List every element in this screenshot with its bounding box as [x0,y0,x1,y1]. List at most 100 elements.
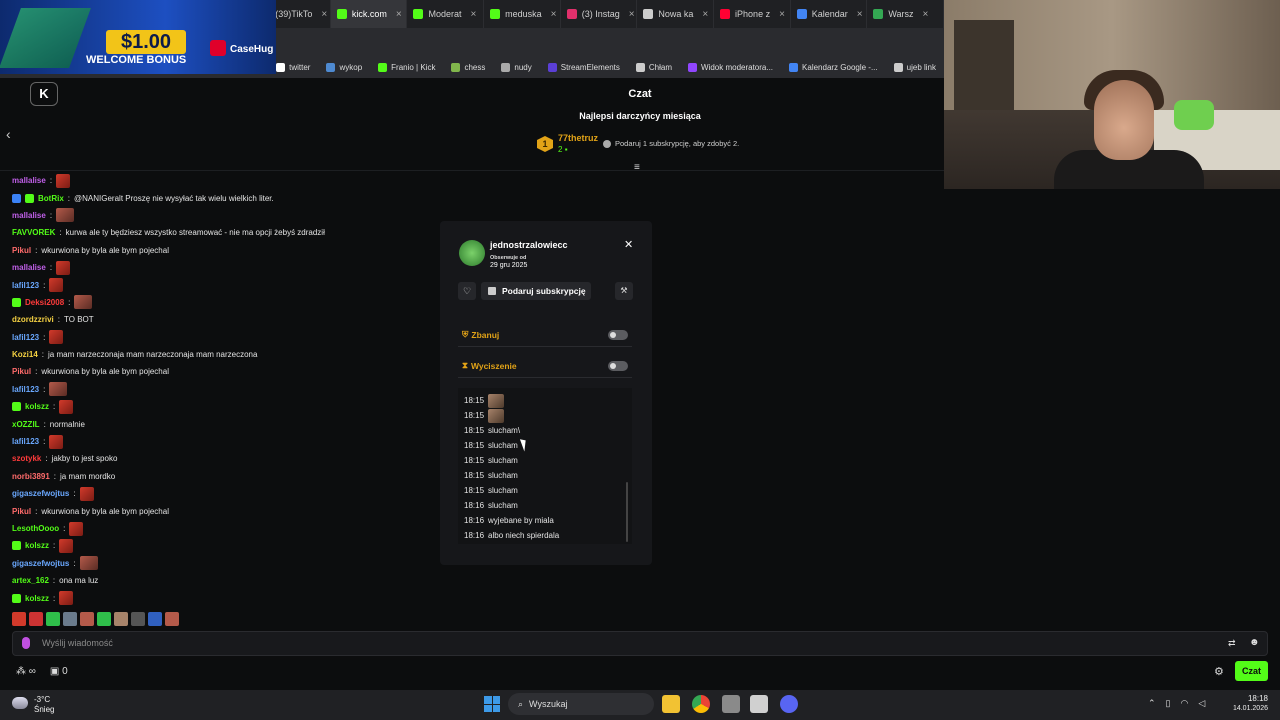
clock-date[interactable]: 14.01.2026 [1222,705,1268,712]
tab-7[interactable]: (3) Instag × [561,0,638,28]
collapse-icon[interactable]: ≡ [634,162,640,173]
file-explorer-icon[interactable] [662,695,680,713]
chat-message[interactable]: lafil123: [12,276,432,293]
emote-icon[interactable] [49,278,64,293]
app-icon-2[interactable] [750,695,768,713]
chat-message[interactable]: lafil123: [12,433,432,450]
mod-action-icon[interactable]: ⚒ [615,282,633,300]
chat-username[interactable]: Pikul [12,367,31,376]
chat-message[interactable]: kolszz: [12,537,432,554]
bookmark-2[interactable]: Franio | Kick [370,62,443,72]
heart-icon[interactable]: ♡ [458,282,476,300]
chat-message[interactable]: xOZZIL: normalnie [12,415,432,432]
emote-icon[interactable] [29,612,43,626]
ad-banner[interactable]: $1.00 WELCOME BONUS CaseHug [0,0,276,74]
chat-username[interactable]: Kozi14 [12,350,38,359]
chat-message[interactable]: dzordzzrivi: TO BOT [12,311,432,328]
chat-username[interactable]: kolszz [25,541,49,550]
tab-9[interactable]: iPhone z × [714,0,791,28]
gift-note[interactable]: Podaruj 1 subskrypcję, aby zdobyć 2. [603,139,739,148]
chat-username[interactable]: gigaszefwojtus [12,489,69,498]
chat-username[interactable]: lafil123 [12,437,39,446]
translate-icon[interactable]: ⇄ [1228,638,1236,649]
tab-8[interactable]: Nowa ka × [637,0,715,28]
emote-icon[interactable] [59,399,74,414]
chat-message[interactable]: kolszz: [12,398,432,415]
close-tab-icon[interactable]: × [551,9,557,20]
bookmark-5[interactable]: StreamElements [540,62,628,72]
chat-message[interactable]: Pikul: wkurwiona by byla ale bym pojechal [12,242,432,259]
chat-username[interactable]: xOZZIL [12,420,40,429]
chat-username[interactable]: mallalise [12,263,46,272]
chest-counter[interactable]: ▣ 0 [50,666,68,677]
tab-4[interactable]: kick.com × [330,0,408,28]
back-arrow-icon[interactable]: ‹ [6,126,11,142]
emote-icon[interactable] [49,434,64,449]
windows-start-icon[interactable] [484,696,500,712]
chat-username[interactable]: lafil123 [12,385,39,394]
chat-message[interactable]: Pikul: wkurwiona by byla ale bym pojechal [12,502,432,519]
tab-5[interactable]: Moderat × [407,0,485,28]
chat-username[interactable]: szotykk [12,454,41,463]
chat-message[interactable]: gigaszefwojtus: [12,485,432,502]
emote-icon[interactable] [165,612,179,626]
chat-message[interactable]: mallalise: [12,207,432,224]
discord-icon[interactable] [780,695,798,713]
chat-username[interactable]: Pikul [12,507,31,516]
taskbar-search[interactable]: ⌕ Wyszukaj [508,693,654,715]
chat-message[interactable]: BotRix: @NANIGeralt Proszę nie wysyłać ta… [12,189,432,206]
chat-message[interactable]: norbi3891: ja mam mordko [12,468,432,485]
app-icon[interactable] [722,695,740,713]
clock-time[interactable]: 18:18 [1232,694,1268,703]
chat-message[interactable]: artex_162: ona ma luz [12,572,432,589]
chat-message[interactable]: FAVVOREK: kurwa ale ty będziesz wszystko … [12,224,432,241]
system-tray[interactable]: ⌃ ▯ ◠ ◁ [1148,698,1205,709]
emote-icon[interactable] [131,612,145,626]
chat-message[interactable]: Deksi2008: [12,294,432,311]
emote-icon[interactable] [79,556,98,571]
chat-username[interactable]: mallalise [12,211,46,220]
emote-icon[interactable] [56,173,71,188]
close-tab-icon[interactable]: × [857,9,863,20]
chat-message[interactable]: Kozi14: ja mam narzeczonaja mam narzeczon… [12,346,432,363]
chevron-up-icon[interactable]: ⌃ [1148,698,1156,709]
gear-icon[interactable]: ⚙ [1214,665,1224,678]
chat-username[interactable]: kolszz [25,594,49,603]
close-tab-icon[interactable]: × [396,9,402,20]
emote-icon[interactable] [63,612,77,626]
tab-6[interactable]: meduska × [484,0,561,28]
emote-icon[interactable] [49,382,68,397]
channel-points[interactable]: ⁂ ∞ [16,666,36,677]
user-card-username[interactable]: jednostrzalowiecc [490,240,568,250]
emote-icon[interactable] [59,538,74,553]
bookmark-8[interactable]: Kalendarz Google -... [781,62,886,72]
emote-icon[interactable] [80,612,94,626]
bookmark-7[interactable]: Widok moderatora... [680,62,781,72]
chat-username[interactable]: LesothOooo [12,524,59,533]
chat-message[interactable]: kolszz: [12,589,432,606]
emote-icon[interactable] [148,612,162,626]
chat-message-input[interactable] [42,636,1212,650]
emote-icon[interactable] [56,260,71,275]
chat-username[interactable]: gigaszefwojtus [12,559,69,568]
close-tab-icon[interactable]: × [702,9,708,20]
chat-username[interactable]: FAVVOREK [12,228,55,237]
mic-icon[interactable] [22,637,30,649]
emote-icon[interactable] [12,612,26,626]
chat-message[interactable]: Pikul: wkurwiona by byla ale bym pojechal [12,363,432,380]
close-tab-icon[interactable]: × [629,9,635,20]
emoji-icon[interactable]: ☻ [1249,637,1260,648]
send-chat-button[interactable]: Czat [1235,661,1268,681]
close-tab-icon[interactable]: × [471,9,477,20]
emote-icon[interactable] [97,612,111,626]
gift-sub-button[interactable]: Podaruj subskrypcję [481,282,591,300]
chat-message[interactable]: lafil123: [12,381,432,398]
chat-username[interactable]: kolszz [25,402,49,411]
emote-icon[interactable] [56,208,75,223]
mute-toggle[interactable] [608,360,628,371]
wifi-icon[interactable]: ◠ [1181,698,1189,709]
chat-username[interactable]: lafil123 [12,281,39,290]
log-scrollbar[interactable] [626,482,628,542]
emote-icon[interactable] [46,612,60,626]
emote-icon[interactable] [59,591,74,606]
